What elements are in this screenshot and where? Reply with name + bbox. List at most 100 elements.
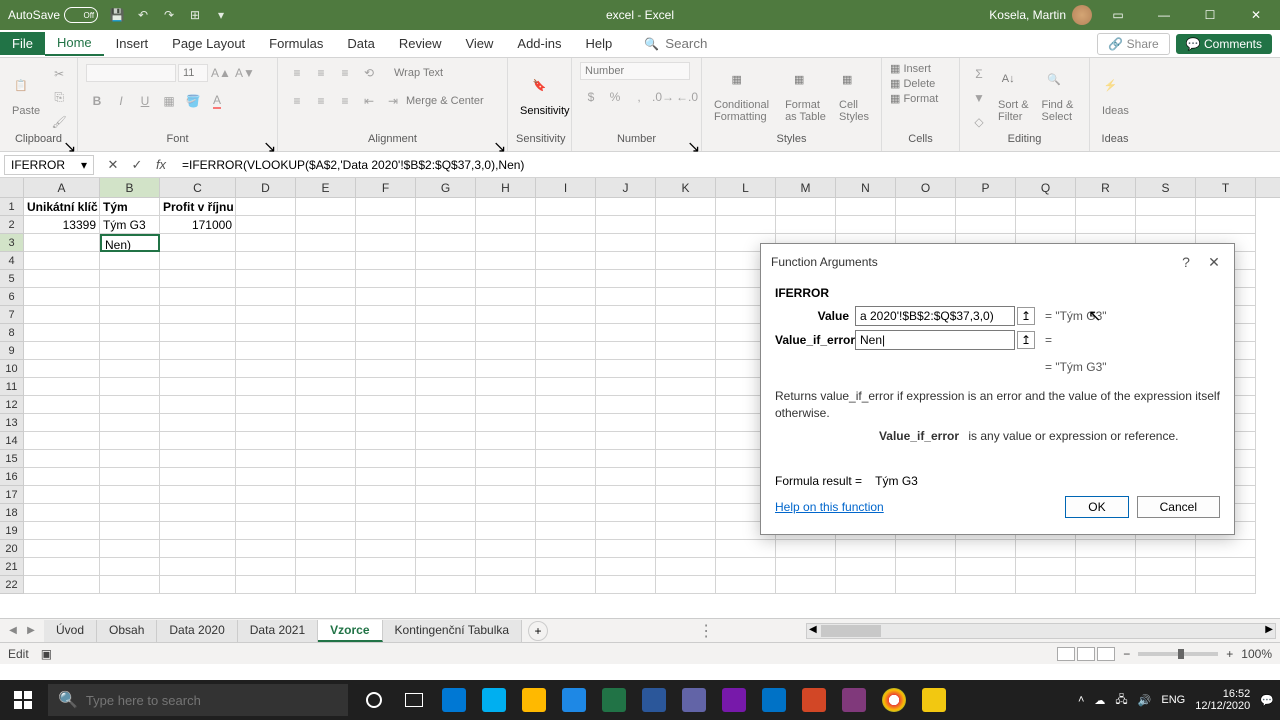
sheet-nav-first-icon[interactable]: ◀ [6, 624, 20, 638]
cell[interactable] [1016, 198, 1076, 216]
cell[interactable] [476, 504, 536, 522]
align-top-icon[interactable]: ≡ [286, 62, 308, 84]
tab-review[interactable]: Review [387, 32, 454, 55]
chevron-down-icon[interactable]: ▾ [81, 158, 87, 172]
cell[interactable] [24, 450, 100, 468]
cell[interactable] [596, 450, 656, 468]
qat-dropdown-icon[interactable]: ▾ [212, 6, 230, 24]
column-header[interactable]: O [896, 178, 956, 197]
decrease-indent-icon[interactable]: ⇤ [358, 90, 380, 112]
cell[interactable] [476, 198, 536, 216]
font-family-input[interactable] [86, 64, 176, 82]
cell[interactable] [24, 288, 100, 306]
cancel-button[interactable]: Cancel [1137, 496, 1220, 518]
cell[interactable] [656, 504, 716, 522]
cell[interactable] [416, 306, 476, 324]
cell[interactable] [836, 216, 896, 234]
sensitivity-button[interactable]: 🔖 Sensitivity [516, 77, 574, 119]
cell[interactable] [956, 216, 1016, 234]
cell[interactable] [160, 270, 236, 288]
cell[interactable] [24, 306, 100, 324]
cell[interactable] [416, 360, 476, 378]
cell[interactable] [596, 342, 656, 360]
enter-formula-icon[interactable]: ✓ [126, 155, 148, 175]
cell[interactable] [296, 486, 356, 504]
cortana-icon[interactable] [354, 680, 394, 720]
cell[interactable] [896, 576, 956, 594]
search-input[interactable] [665, 36, 815, 51]
autosave-state[interactable]: Off [64, 7, 98, 23]
cell[interactable] [356, 270, 416, 288]
column-header[interactable]: I [536, 178, 596, 197]
column-header[interactable]: G [416, 178, 476, 197]
column-header[interactable]: F [356, 178, 416, 197]
maximize-icon[interactable]: ☐ [1190, 0, 1230, 30]
zoom-level[interactable]: 100% [1241, 647, 1272, 661]
cell[interactable] [356, 432, 416, 450]
cell[interactable] [160, 558, 236, 576]
cell[interactable] [416, 342, 476, 360]
help-on-function-link[interactable]: Help on this function [775, 500, 884, 514]
cell[interactable] [236, 540, 296, 558]
sheet-tab[interactable]: Úvod [44, 620, 97, 642]
cell[interactable] [416, 252, 476, 270]
number-launcher-icon[interactable]: ↘ [687, 137, 697, 147]
user-account[interactable]: Kosela, Martin [989, 5, 1092, 25]
add-sheet-button[interactable]: + [528, 621, 548, 641]
arg-error-input[interactable] [855, 330, 1015, 350]
cell[interactable] [296, 432, 356, 450]
cell[interactable] [716, 216, 776, 234]
cell[interactable] [160, 396, 236, 414]
font-launcher-icon[interactable]: ↘ [263, 137, 273, 147]
font-color-icon[interactable]: A [206, 90, 228, 112]
cell[interactable] [656, 576, 716, 594]
cell[interactable] [24, 270, 100, 288]
cell[interactable] [236, 216, 296, 234]
cell[interactable] [776, 216, 836, 234]
cell[interactable] [160, 414, 236, 432]
tray-chevron-icon[interactable]: ˄ [1078, 694, 1084, 706]
cell[interactable] [296, 306, 356, 324]
cell[interactable] [24, 414, 100, 432]
cell[interactable] [236, 414, 296, 432]
cell[interactable] [536, 378, 596, 396]
cell[interactable] [776, 540, 836, 558]
cell[interactable] [476, 360, 536, 378]
number-format-select[interactable] [580, 62, 690, 80]
cell[interactable] [236, 306, 296, 324]
cell[interactable] [160, 504, 236, 522]
cell[interactable] [476, 432, 536, 450]
cell[interactable] [536, 234, 596, 252]
dialog-help-icon[interactable]: ? [1176, 252, 1196, 272]
cell[interactable] [536, 270, 596, 288]
row-header[interactable]: 4 [0, 252, 24, 270]
search-wrap[interactable]: 🔍 [644, 36, 815, 51]
cell[interactable] [476, 396, 536, 414]
cell[interactable] [536, 360, 596, 378]
minimize-icon[interactable]: — [1144, 0, 1184, 30]
page-break-view-icon[interactable] [1097, 647, 1115, 661]
cell[interactable] [236, 198, 296, 216]
cell[interactable] [1016, 558, 1076, 576]
cell[interactable] [160, 468, 236, 486]
cell[interactable] [596, 270, 656, 288]
column-header[interactable]: N [836, 178, 896, 197]
tray-clock[interactable]: 16:52 12/12/2020 [1195, 688, 1250, 712]
cell[interactable] [536, 576, 596, 594]
cell[interactable] [596, 576, 656, 594]
cell[interactable] [896, 216, 956, 234]
align-center-icon[interactable]: ≡ [310, 90, 332, 112]
cell[interactable] [416, 432, 476, 450]
cell[interactable] [356, 450, 416, 468]
column-header[interactable]: R [1076, 178, 1136, 197]
cell[interactable] [596, 378, 656, 396]
row-header[interactable]: 3 [0, 234, 24, 252]
cell[interactable] [160, 486, 236, 504]
cell[interactable] [356, 414, 416, 432]
cell[interactable] [296, 396, 356, 414]
app-explorer-icon[interactable] [514, 680, 554, 720]
cell[interactable] [100, 342, 160, 360]
cell[interactable] [236, 288, 296, 306]
cell[interactable] [416, 486, 476, 504]
autosave-toggle[interactable]: AutoSave Off [8, 7, 98, 23]
